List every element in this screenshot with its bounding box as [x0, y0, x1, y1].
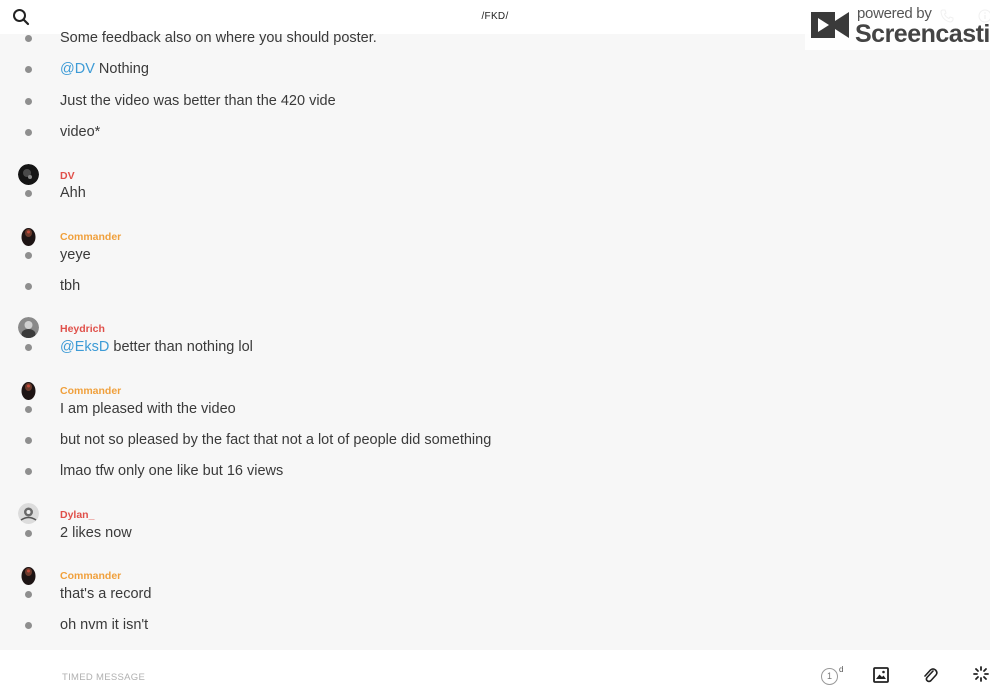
message-text: tbh — [60, 278, 81, 294]
message-bullet — [25, 591, 32, 598]
message-bullet — [25, 622, 32, 629]
message: tbh — [0, 275, 990, 299]
message-text: I am pleased with the video — [60, 401, 236, 417]
message-author: DV — [0, 164, 990, 185]
message: yeye — [0, 244, 990, 268]
timer-button[interactable]: 1 d — [821, 665, 847, 687]
message-bullet — [25, 437, 32, 444]
message-bullet — [25, 66, 32, 73]
message-text: but not so pleased by the fact that not … — [60, 432, 492, 448]
message-text: video* — [60, 124, 101, 140]
message-bullet — [25, 468, 32, 475]
author-name[interactable]: Commander — [60, 385, 121, 397]
message: Just the video was better than the 420 v… — [0, 90, 990, 114]
avatar[interactable] — [18, 379, 39, 400]
message-bullet — [25, 190, 32, 197]
author-name[interactable]: Dylan_ — [60, 509, 94, 521]
message: but not so pleased by the fact that not … — [0, 429, 990, 453]
avatar[interactable] — [18, 503, 39, 524]
message-text: Just the video was better than the 420 v… — [60, 93, 336, 109]
loading-spinner-icon[interactable] — [973, 666, 989, 682]
message-bullet — [25, 344, 32, 351]
user-mention[interactable]: @DV — [60, 61, 95, 77]
message-text: 2 likes now — [60, 525, 132, 541]
message: that's a record — [0, 583, 990, 607]
timer-value: 1 — [821, 668, 838, 685]
message: @DV Nothing — [0, 58, 990, 82]
timer-unit: d — [839, 665, 844, 674]
message: oh nvm it isn't — [0, 614, 990, 638]
message-bullet — [25, 98, 32, 105]
message: lmao tfw only one like but 16 views — [0, 460, 990, 484]
message-composer: 1 d — [0, 650, 990, 700]
message-text: Ahh — [60, 185, 86, 201]
author-name[interactable]: Heydrich — [60, 323, 105, 335]
image-icon[interactable] — [873, 667, 889, 683]
message-bullet — [25, 406, 32, 413]
message-author: Commander — [0, 379, 990, 400]
message-bullet — [25, 35, 32, 42]
message-text: yeye — [60, 247, 91, 263]
message-text: oh nvm it isn't — [60, 617, 149, 633]
message: video* — [0, 121, 990, 145]
message: I am pleased with the video — [0, 398, 990, 422]
message-text: that's a record — [60, 586, 152, 602]
message-input[interactable] — [60, 666, 764, 688]
message-text: Some feedback also on where you should p… — [60, 30, 377, 46]
message-author: Heydrich — [0, 317, 990, 338]
message-bullet — [25, 283, 32, 290]
avatar[interactable] — [18, 317, 39, 338]
avatar[interactable] — [18, 225, 39, 246]
author-name[interactable]: Commander — [60, 231, 121, 243]
message-list[interactable]: Some feedback also on where you should p… — [0, 30, 990, 650]
author-name[interactable]: Commander — [60, 570, 121, 582]
message: @EksD better than nothing lol — [0, 336, 990, 360]
message-author: Dylan_ — [0, 503, 990, 524]
paperclip-icon[interactable] — [922, 666, 938, 684]
message: 2 likes now — [0, 522, 990, 546]
message-bullet — [25, 530, 32, 537]
message-text: @EksD better than nothing lol — [60, 339, 253, 355]
message: Some feedback also on where you should p… — [0, 27, 990, 51]
message: Ahh — [0, 182, 990, 206]
avatar[interactable] — [18, 564, 39, 585]
author-name[interactable]: DV — [60, 170, 75, 182]
message-author: Commander — [0, 225, 990, 246]
user-mention[interactable]: @EksD — [60, 339, 109, 355]
message-bullet — [25, 252, 32, 259]
message-text: @DV Nothing — [60, 61, 149, 77]
message-bullet — [25, 129, 32, 136]
message-text: lmao tfw only one like but 16 views — [60, 463, 284, 479]
message-author: Commander — [0, 564, 990, 585]
